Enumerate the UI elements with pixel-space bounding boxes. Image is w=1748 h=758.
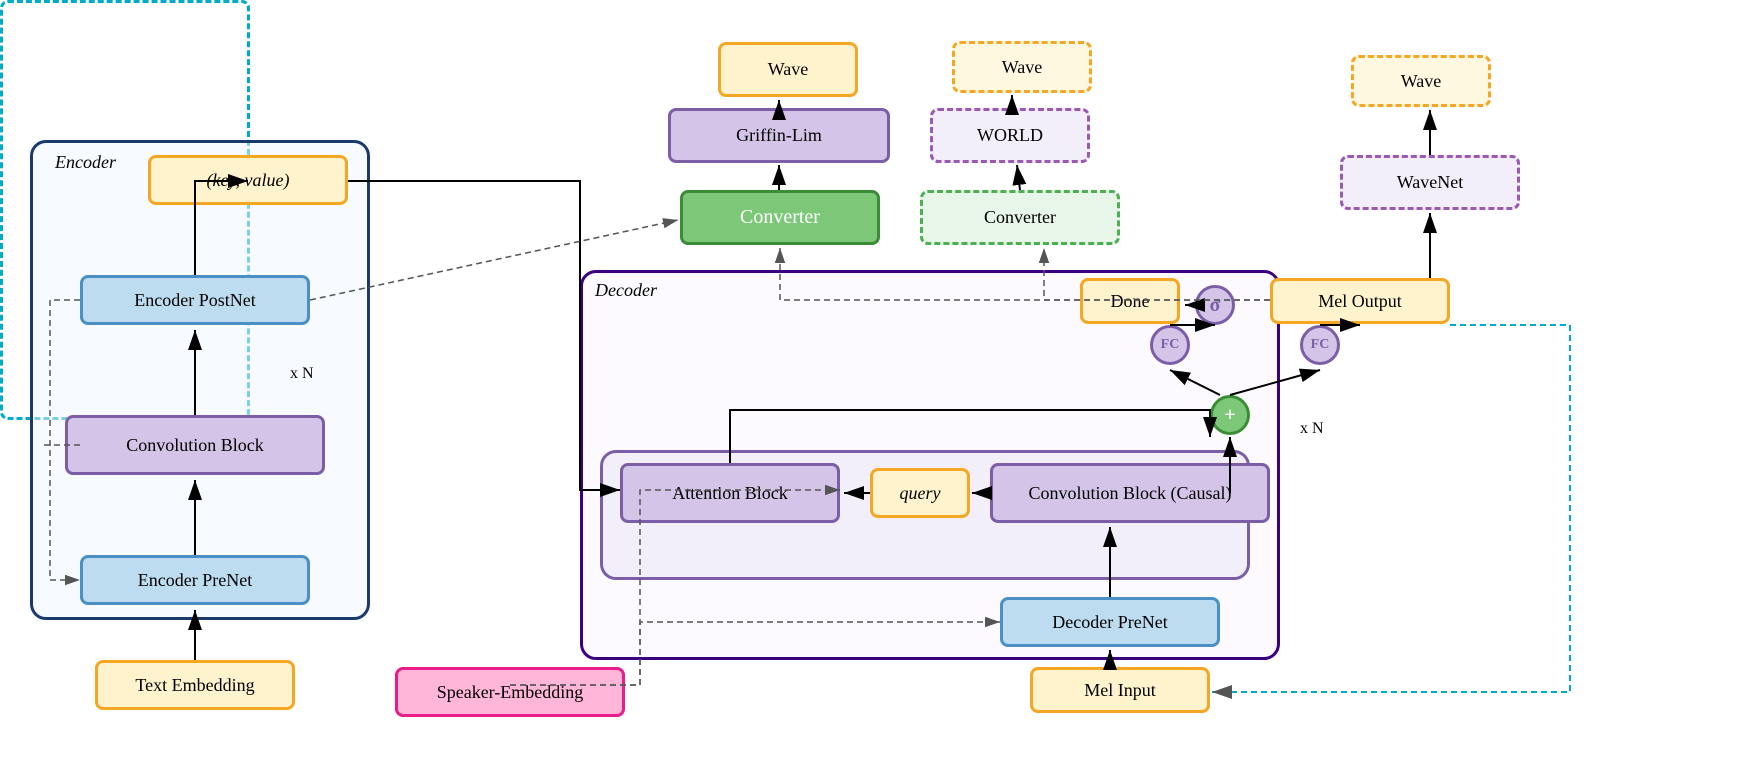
griffin-lim-box: Griffin-Lim xyxy=(668,108,890,163)
converter1-box: Converter xyxy=(680,190,880,245)
world-box: WORLD xyxy=(930,108,1090,163)
done-box: Done xyxy=(1080,278,1180,324)
fc2-node: FC xyxy=(1300,325,1340,365)
encoder-container xyxy=(30,140,370,620)
key-value-box: (key, value) xyxy=(148,155,348,205)
fc1-node: FC xyxy=(1150,325,1190,365)
mel-output-box: Mel Output xyxy=(1270,278,1450,324)
sigma-node: σ xyxy=(1195,285,1235,325)
text-embedding-box: Text Embedding xyxy=(95,660,295,710)
plus-node: + xyxy=(1210,395,1250,435)
encoder-label: Encoder xyxy=(55,152,116,173)
decoder-label: Decoder xyxy=(595,280,657,301)
xn-encoder: x N xyxy=(290,365,314,383)
mel-input-box: Mel Input xyxy=(1030,667,1210,713)
conv-block-encoder-box: Convolution Block xyxy=(65,415,325,475)
wavenet-box: WaveNet xyxy=(1340,155,1520,210)
query-box: query xyxy=(870,468,970,518)
wave2-box: Wave xyxy=(952,41,1092,93)
xn-decoder: x N xyxy=(1300,420,1324,438)
wave1-box: Wave xyxy=(718,42,858,97)
wave3-box: Wave xyxy=(1351,55,1491,107)
encoder-postnet-box: Encoder PostNet xyxy=(80,275,310,325)
converter2-box: Converter xyxy=(920,190,1120,245)
encoder-prenet-box: Encoder PreNet xyxy=(80,555,310,605)
speaker-embedding-box: Speaker-Embedding xyxy=(395,667,625,717)
attention-block-box: Attention Block xyxy=(620,463,840,523)
decoder-prenet-box: Decoder PreNet xyxy=(1000,597,1220,647)
conv-block-causal-box: Convolution Block (Causal) xyxy=(990,463,1270,523)
diagram: Encoder Decoder Text Embedding Encoder P… xyxy=(0,0,1748,758)
